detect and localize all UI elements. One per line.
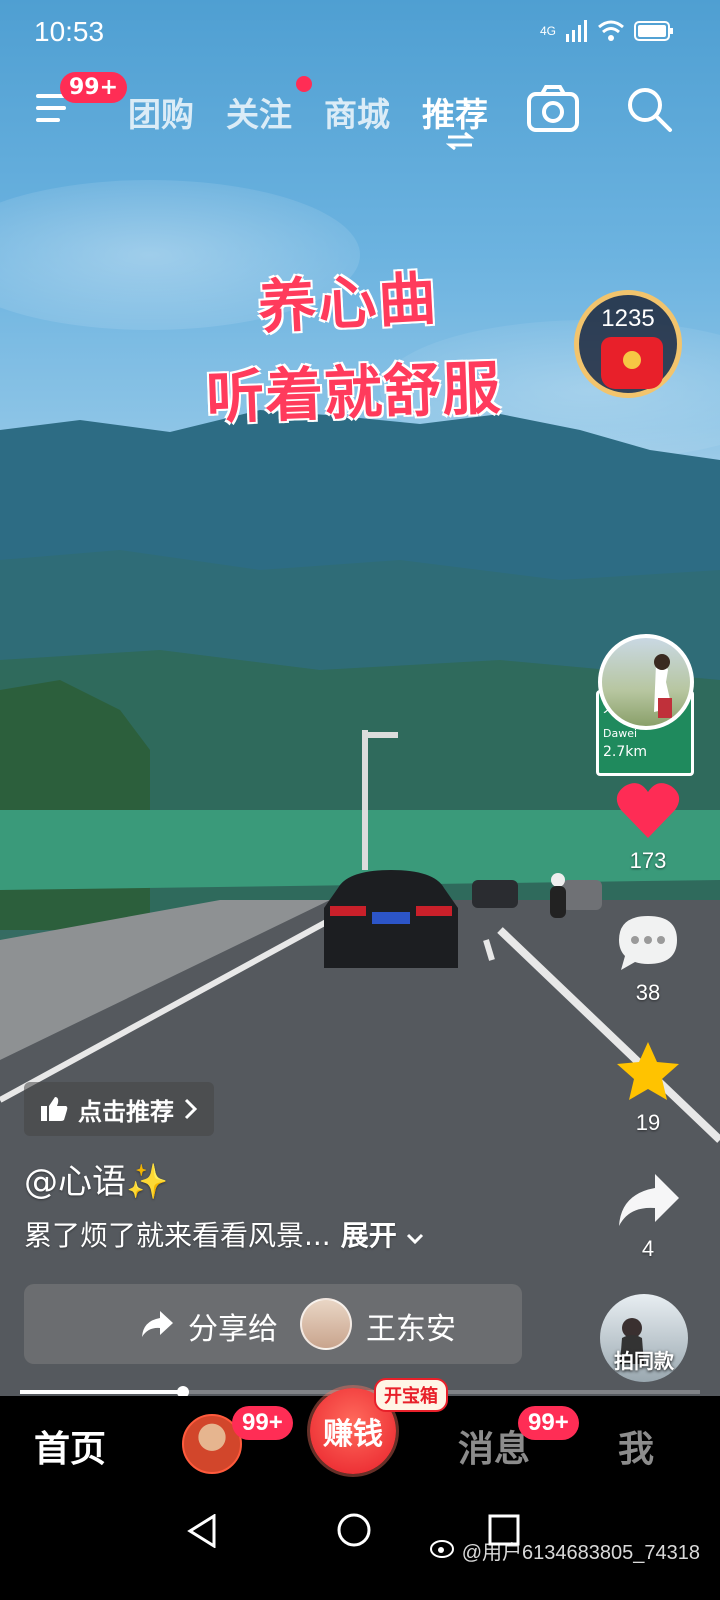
system-navigation-bar: @用户6134683805_74318 xyxy=(0,1496,720,1600)
battery-icon xyxy=(634,21,673,41)
network-label: 4G xyxy=(539,24,556,38)
progress-fill xyxy=(20,1390,184,1394)
back-icon[interactable] xyxy=(186,1514,218,1548)
black-sedan xyxy=(324,870,458,968)
bottom-tab-bar: 首页 99+ 赚钱 开宝箱 消息 99+ 我 xyxy=(0,1378,720,1496)
street-lamp xyxy=(362,730,398,870)
expand-label: 展开 xyxy=(340,1219,397,1252)
red-packet-count: 1235 xyxy=(601,305,655,332)
share-button[interactable]: 4 xyxy=(606,1172,690,1262)
like-count: 173 xyxy=(629,848,667,873)
favorite-button[interactable]: 19 xyxy=(606,1040,690,1136)
author-name[interactable]: @心语✨ xyxy=(24,1154,168,1203)
friends-badge: 99+ xyxy=(232,1406,293,1440)
friend-avatar xyxy=(300,1298,352,1350)
camera-icon[interactable] xyxy=(526,84,580,134)
wifi-icon xyxy=(598,20,624,41)
menu-badge: 99+ xyxy=(60,72,128,103)
messages-badge: 99+ xyxy=(518,1406,579,1440)
like-button[interactable]: 173 xyxy=(606,780,690,874)
friend-name: 王东安 xyxy=(366,1312,456,1347)
recommend-chip-label: 点击推荐 xyxy=(78,1097,174,1126)
status-bar: 10:53 4G xyxy=(0,0,720,64)
chevron-right-icon xyxy=(184,1098,198,1120)
share-to-friend-bar[interactable]: 分享给 王东安 xyxy=(24,1284,522,1364)
tab-mall[interactable]: 商城 xyxy=(324,88,390,136)
overlay-title-line1: 养心曲 xyxy=(256,264,440,342)
tab-group-buy[interactable]: 团购 xyxy=(128,88,194,136)
overlay-title-line2: 听着就舒服 xyxy=(205,353,503,433)
following-dot xyxy=(296,76,312,92)
weibo-logo-icon xyxy=(430,1540,454,1558)
road-sign-distance: 2.7km xyxy=(603,744,648,760)
earn-label: 赚钱 xyxy=(323,1417,383,1452)
heart-icon xyxy=(616,783,680,838)
thumbs-up-icon xyxy=(41,1097,68,1121)
author-avatar[interactable] xyxy=(598,634,694,730)
tab-home[interactable]: 首页 xyxy=(34,1420,106,1472)
same-style-label: 拍同款 xyxy=(614,1349,674,1373)
star-icon xyxy=(617,1042,679,1100)
recommend-chip[interactable]: 点击推荐 xyxy=(24,1082,214,1136)
share-count: 4 xyxy=(641,1236,655,1261)
tab-following[interactable]: 关注 xyxy=(226,88,292,136)
search-icon[interactable] xyxy=(624,84,674,134)
top-nav: 99+ 团购 关注 商城 推荐 xyxy=(0,72,720,150)
tab-me[interactable]: 我 xyxy=(618,1420,654,1472)
swap-icon xyxy=(446,132,474,150)
watermark: @用户6134683805_74318 xyxy=(461,1542,700,1564)
caption-text: 累了烦了就来看看风景... xyxy=(24,1219,331,1252)
status-icons: 4G xyxy=(540,20,674,42)
expand-button[interactable]: 展开 xyxy=(341,1219,425,1252)
open-treasure-tag[interactable]: 开宝箱 xyxy=(374,1378,448,1412)
same-style-button[interactable]: 拍同款 xyxy=(600,1294,688,1382)
share-icon xyxy=(619,1174,679,1226)
share-label: 分享给 xyxy=(188,1312,278,1347)
comment-icon xyxy=(619,916,677,970)
signal-icon xyxy=(566,20,587,42)
video-caption: 累了烦了就来看看风景... 展开 xyxy=(24,1214,424,1254)
tab-recommend[interactable]: 推荐 xyxy=(422,88,488,136)
chevron-down-icon xyxy=(407,1233,424,1245)
status-time: 10:53 xyxy=(34,16,105,47)
distant-car xyxy=(472,880,518,908)
favorite-count: 19 xyxy=(635,1110,661,1135)
share-arrow-icon xyxy=(142,1311,173,1337)
red-packet-icon xyxy=(601,337,663,389)
motorcycle xyxy=(550,873,566,918)
comment-button[interactable]: 38 xyxy=(606,912,690,1006)
comment-count: 38 xyxy=(635,980,661,1005)
home-circle-icon[interactable] xyxy=(336,1512,372,1548)
red-packet-timer[interactable]: 1235 xyxy=(574,290,682,398)
